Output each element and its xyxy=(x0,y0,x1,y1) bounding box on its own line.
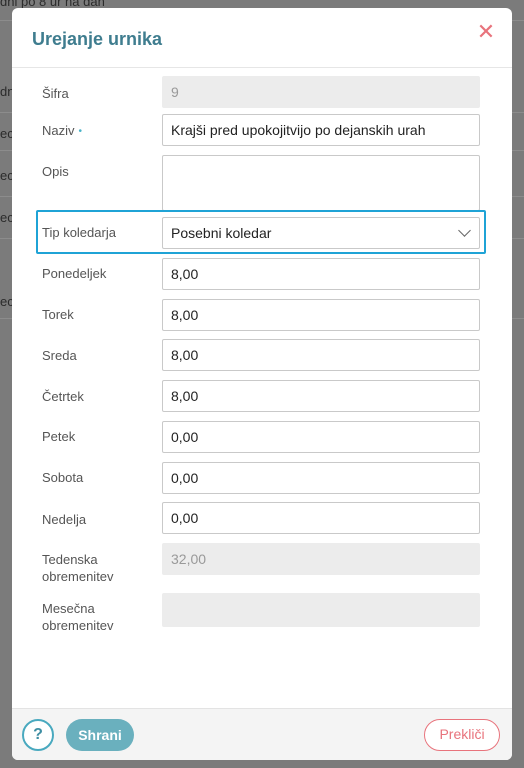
mesecna-field xyxy=(162,593,480,627)
torek-input[interactable]: 8,00 xyxy=(162,299,480,331)
save-button[interactable]: Shrani xyxy=(66,719,134,751)
required-indicator: • xyxy=(78,126,83,138)
header-divider xyxy=(12,67,512,68)
sifra-field: 9 xyxy=(162,76,480,108)
sreda-input[interactable]: 8,00 xyxy=(162,339,480,371)
torek-label: Torek xyxy=(42,307,74,322)
naziv-label-text: Naziv xyxy=(42,123,75,138)
help-button[interactable]: ? xyxy=(22,719,54,751)
tip-koledarja-label: Tip koledarja xyxy=(42,225,116,240)
opis-label: Opis xyxy=(42,164,69,179)
mesecna-label-line2: obremenitev xyxy=(42,618,114,633)
cancel-button[interactable]: Prekliči xyxy=(424,719,500,751)
tedenska-label: Tedenska obremenitev xyxy=(42,551,114,585)
tip-koledarja-value: Posebni koledar xyxy=(171,225,272,241)
cetrtek-input[interactable]: 8,00 xyxy=(162,380,480,412)
naziv-input[interactable]: Krajši pred upokojitvijo po dejanskih ur… xyxy=(162,114,480,146)
edit-schedule-dialog: Urejanje urnika ✕ Šifra 9 Naziv • Krajši … xyxy=(12,8,512,760)
sobota-label: Sobota xyxy=(42,470,84,485)
chevron-down-icon xyxy=(458,224,471,237)
dialog-title: Urejanje urnika xyxy=(32,29,163,49)
mesecna-label: Mesečna obremenitev xyxy=(42,600,114,634)
dialog-footer: ? Shrani Prekliči xyxy=(12,708,512,760)
sobota-input[interactable]: 0,00 xyxy=(162,462,480,494)
tedenska-label-line1: Tedenska xyxy=(42,552,98,567)
petek-input[interactable]: 0,00 xyxy=(162,421,480,453)
close-icon[interactable]: ✕ xyxy=(476,21,496,43)
nedelja-label: Nedelja xyxy=(42,512,87,527)
petek-label: Petek xyxy=(42,429,76,444)
naziv-label: Naziv • xyxy=(42,122,82,140)
tedenska-label-line2: obremenitev xyxy=(42,569,114,584)
opis-textarea[interactable] xyxy=(162,155,480,211)
mesecna-label-line1: Mesečna xyxy=(42,601,95,616)
cetrtek-label: Četrtek xyxy=(42,389,84,404)
tedenska-field: 32,00 xyxy=(162,543,480,575)
nedelja-input[interactable]: 0,00 xyxy=(162,502,480,534)
ponedeljek-label: Ponedeljek xyxy=(42,266,107,281)
tip-koledarja-select[interactable]: Posebni koledar xyxy=(162,217,480,249)
sreda-label: Sreda xyxy=(42,348,77,363)
sifra-label: Šifra xyxy=(42,86,69,101)
ponedeljek-input[interactable]: 8,00 xyxy=(162,258,480,290)
